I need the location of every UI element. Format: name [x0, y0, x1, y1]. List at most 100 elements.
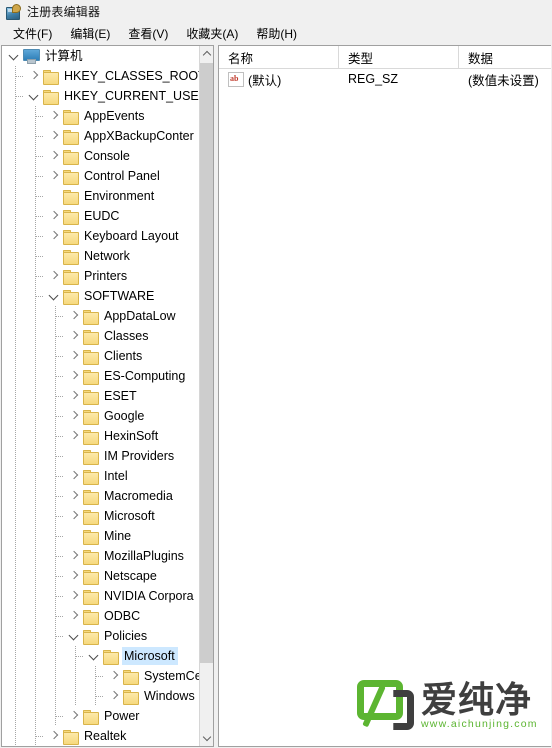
tree-item-realtek[interactable]: Realtek	[2, 726, 201, 746]
tree-item-microsoft[interactable]: Microsoft	[2, 506, 201, 526]
tree-item-keyboard-layout[interactable]: Keyboard Layout	[2, 226, 201, 246]
column-header-1[interactable]: 名称	[219, 46, 339, 68]
tree-item-hkey-current-user[interactable]: HKEY_CURRENT_USER	[2, 86, 201, 106]
tree-item-mine[interactable]: Mine	[2, 526, 201, 546]
tree-elbow-line	[96, 676, 103, 677]
chevron-right-icon[interactable]	[106, 686, 122, 706]
chevron-down-icon[interactable]	[86, 646, 102, 666]
chevron-down-icon[interactable]	[46, 286, 62, 306]
chevron-right-icon[interactable]	[46, 146, 62, 166]
tree-item-mozillaplugins[interactable]: MozillaPlugins	[2, 546, 201, 566]
tree-item-classes[interactable]: Classes	[2, 326, 201, 346]
tree-item-google[interactable]: Google	[2, 406, 201, 426]
folder-icon	[83, 609, 99, 625]
tree-item-environment[interactable]: Environment	[2, 186, 201, 206]
chevron-right-icon[interactable]	[66, 566, 82, 586]
column-header-3[interactable]: 数据	[459, 46, 551, 68]
tree-item-appevents[interactable]: AppEvents	[2, 106, 201, 126]
chevron-right-icon[interactable]	[66, 506, 82, 526]
registry-tree[interactable]: 计算机 HKEY_CLASSES_ROOT HKEY_CURRENT_USER App…	[2, 46, 201, 746]
tree-guide-line	[35, 426, 36, 446]
value-row[interactable]: ab (默认) REG_SZ (数值未设置)	[219, 68, 551, 90]
column-header-2[interactable]: 类型	[339, 46, 459, 68]
chevron-right-icon[interactable]	[46, 126, 62, 146]
tree-item-control-panel[interactable]: Control Panel	[2, 166, 201, 186]
folder-icon	[83, 509, 99, 525]
tree-item-network[interactable]: Network	[2, 246, 201, 266]
tree-elbow-line	[36, 276, 43, 277]
tree-item-hkey-classes-root[interactable]: HKEY_CLASSES_ROOT	[2, 66, 201, 86]
tree-item-label: AppXBackupConter	[84, 129, 194, 143]
chevron-right-icon[interactable]	[66, 466, 82, 486]
tree-item-power[interactable]: Power	[2, 706, 201, 726]
chevron-right-icon[interactable]	[66, 306, 82, 326]
tree-item-clients[interactable]: Clients	[2, 346, 201, 366]
chevron-right-icon[interactable]	[26, 66, 42, 86]
chevron-right-icon[interactable]	[66, 546, 82, 566]
chevron-right-icon[interactable]	[66, 366, 82, 386]
tree-item-im-providers[interactable]: IM Providers	[2, 446, 201, 466]
tree-guide-line	[55, 686, 56, 706]
tree-elbow-line	[36, 116, 43, 117]
menu-favorites[interactable]: 收藏夹(A)	[177, 25, 247, 44]
tree-item-es-computing[interactable]: ES-Computing	[2, 366, 201, 386]
chevron-right-icon[interactable]	[66, 426, 82, 446]
chevron-right-icon[interactable]	[66, 406, 82, 426]
chevron-right-icon[interactable]	[66, 586, 82, 606]
tree-item-microsoft[interactable]: Microsoft	[2, 646, 201, 666]
tree-elbow-line	[56, 636, 63, 637]
tree-item-systemce[interactable]: SystemCe	[2, 666, 201, 686]
chevron-right-icon[interactable]	[46, 166, 62, 186]
tree-item-nvidia-corpora[interactable]: NVIDIA Corpora	[2, 586, 201, 606]
chevron-down-icon[interactable]	[6, 46, 22, 66]
chevron-right-icon[interactable]	[46, 726, 62, 746]
menu-help[interactable]: 帮助(H)	[247, 25, 306, 44]
tree-item-software[interactable]: SOFTWARE	[2, 286, 201, 306]
chevron-down-icon[interactable]	[26, 86, 42, 106]
tree-item-label: Keyboard Layout	[84, 229, 179, 243]
folder-icon	[63, 229, 79, 245]
tree-item-appxbackupconter[interactable]: AppXBackupConter	[2, 126, 201, 146]
tree-item-label: Power	[104, 709, 140, 723]
tree-guide-line	[35, 406, 36, 426]
tree-vertical-scrollbar[interactable]	[199, 46, 213, 746]
string-value-icon: ab	[228, 71, 244, 87]
tree-item-eudc[interactable]: EUDC	[2, 206, 201, 226]
chevron-right-icon[interactable]	[66, 706, 82, 726]
tree-item-policies[interactable]: Policies	[2, 626, 201, 646]
tree-item-netscape[interactable]: Netscape	[2, 566, 201, 586]
chevron-right-icon[interactable]	[66, 606, 82, 626]
tree-item-intel[interactable]: Intel	[2, 466, 201, 486]
chevron-down-icon[interactable]	[66, 626, 82, 646]
tree-item-macromedia[interactable]: Macromedia	[2, 486, 201, 506]
tree-guide-line	[15, 546, 16, 566]
folder-icon	[83, 429, 99, 445]
chevron-right-icon[interactable]	[106, 666, 122, 686]
tree-elbow-line	[36, 136, 43, 137]
chevron-right-icon[interactable]	[66, 386, 82, 406]
scroll-up-arrow-icon[interactable]	[200, 46, 213, 62]
menu-file[interactable]: 文件(F)	[4, 25, 61, 44]
tree-item-appdatalow[interactable]: AppDataLow	[2, 306, 201, 326]
tree-item-windows[interactable]: Windows	[2, 686, 201, 706]
tree-no-children	[46, 246, 62, 266]
chevron-right-icon[interactable]	[46, 226, 62, 246]
menu-view[interactable]: 查看(V)	[119, 25, 177, 44]
tree-elbow-line	[36, 216, 43, 217]
chevron-right-icon[interactable]	[46, 106, 62, 126]
tree-elbow-line	[56, 356, 63, 357]
chevron-right-icon[interactable]	[66, 346, 82, 366]
chevron-right-icon[interactable]	[66, 326, 82, 346]
scroll-down-arrow-icon[interactable]	[200, 730, 213, 746]
chevron-right-icon[interactable]	[46, 206, 62, 226]
tree-item-odbc[interactable]: ODBC	[2, 606, 201, 626]
tree-item-eset[interactable]: ESET	[2, 386, 201, 406]
menu-edit[interactable]: 编辑(E)	[61, 25, 119, 44]
chevron-right-icon[interactable]	[46, 266, 62, 286]
tree-item-[interactable]: 计算机	[2, 46, 201, 66]
tree-item-printers[interactable]: Printers	[2, 266, 201, 286]
tree-item-hexinsoft[interactable]: HexinSoft	[2, 426, 201, 446]
chevron-right-icon[interactable]	[66, 486, 82, 506]
tree-item-console[interactable]: Console	[2, 146, 201, 166]
scrollbar-thumb[interactable]	[200, 63, 213, 663]
